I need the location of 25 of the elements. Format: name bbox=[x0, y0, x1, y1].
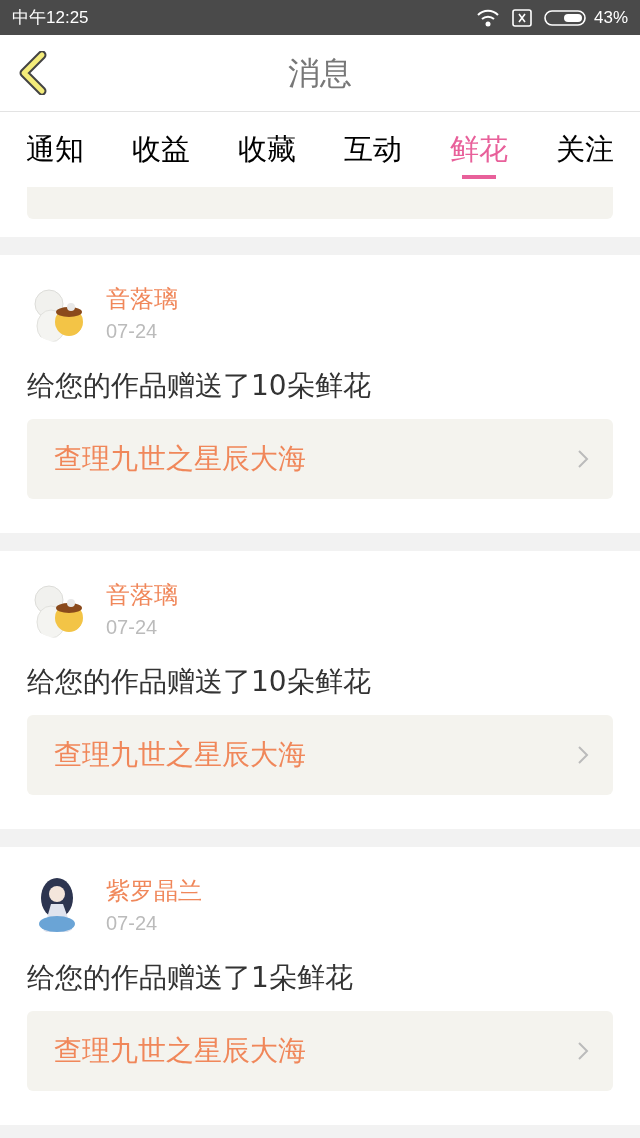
status-time: 中午12:25 bbox=[12, 6, 89, 29]
back-icon bbox=[18, 51, 48, 95]
battery-icon bbox=[543, 8, 586, 27]
sender-name: 音落璃 bbox=[106, 580, 178, 611]
battery-level: 43% bbox=[593, 6, 628, 29]
tab[interactable]: 通知 bbox=[26, 112, 84, 187]
chevron-icon bbox=[577, 745, 589, 765]
sender-name: 音落璃 bbox=[106, 284, 178, 315]
message-text: 给您的作品赠送了1朵鲜花 bbox=[27, 960, 354, 996]
wifi-icon bbox=[475, 8, 500, 27]
tab[interactable]: 关注 bbox=[556, 112, 614, 187]
tab[interactable]: 收藏 bbox=[238, 112, 296, 187]
message-text: 给您的作品赠送了10朵鲜花 bbox=[27, 664, 372, 700]
message-text: 给您的作品赠送了10朵鲜花 bbox=[27, 368, 372, 404]
sim-icon bbox=[511, 8, 532, 27]
tab[interactable]: 互动 bbox=[344, 112, 402, 187]
chevron-icon bbox=[577, 1041, 589, 1061]
message-date: 07-24 bbox=[106, 615, 159, 640]
chevron-icon bbox=[577, 449, 589, 469]
message-date: 07-24 bbox=[106, 319, 159, 344]
page-title: 消息 bbox=[288, 53, 352, 94]
sender-name: 紫罗晶兰 bbox=[106, 876, 202, 907]
tab-indicator bbox=[462, 175, 496, 179]
tab[interactable]: 收益 bbox=[132, 112, 190, 187]
message-date: 07-24 bbox=[106, 911, 159, 936]
